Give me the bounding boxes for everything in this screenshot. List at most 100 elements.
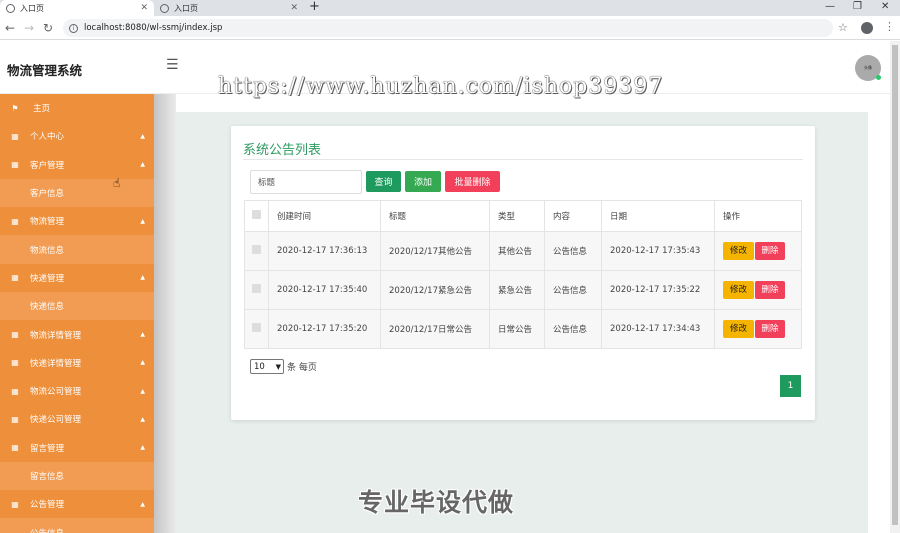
page-size-suffix: 条 每页: [287, 363, 317, 373]
table-cell-date: 2020-12-17 17:35:22: [601, 270, 715, 310]
sidebar-item-label: 快递详情管理: [30, 358, 82, 369]
sidebar-item[interactable]: ▦ 客户管理 ▲: [0, 150, 154, 179]
tab-label: 入口页: [174, 3, 198, 13]
select-all-checkbox[interactable]: [252, 210, 261, 219]
profile-icon[interactable]: [861, 22, 873, 34]
reload-icon[interactable]: ↻: [43, 20, 53, 36]
table-cell-title: 2020/12/17紧急公告: [380, 270, 490, 310]
brand-title: 物流管理系统: [7, 63, 83, 78]
sidebar-item[interactable]: 留言信息: [0, 461, 154, 491]
sidebar-item[interactable]: ▦ 公告管理 ▲: [0, 490, 154, 519]
back-icon[interactable]: ←: [5, 20, 15, 36]
column-header: 类型: [489, 200, 545, 232]
browser-tab-bar: 入口页 ✕ 入口页 ✕ + — ❐ ✕: [0, 0, 900, 16]
row-select-cell: [244, 231, 269, 271]
caret-icon: ▲: [140, 444, 145, 452]
scrollbar[interactable]: [890, 41, 900, 533]
table-cell-content: 公告信息: [544, 309, 602, 349]
sidebar-item[interactable]: ▦ 物流详情管理 ▲: [0, 320, 154, 349]
column-header: 操作: [714, 200, 802, 232]
grid-icon: ▦: [11, 443, 19, 453]
table-cell-content: 公告信息: [544, 270, 602, 310]
table-cell-content: 公告信息: [544, 231, 602, 271]
search-input[interactable]: 标题: [250, 170, 362, 194]
table-cell-created: 2020-12-17 17:36:13: [268, 231, 381, 271]
edit-button[interactable]: 修改: [723, 281, 754, 299]
row-actions: 修改 删除: [714, 309, 802, 349]
info-icon[interactable]: i: [69, 23, 78, 33]
sidebar: ⚑ 主页 ▦ 个人中心 ▲ ▦ 客户管理 ▲ 客户信息 ▦ 物流管理 ▲ 物流信息 ▦ 快递管理 ▲ 快递信息 ▦…: [0, 94, 154, 533]
caret-icon: ▲: [140, 274, 145, 282]
delete-button[interactable]: 删除: [755, 281, 785, 299]
sidebar-item[interactable]: ▦ 个人中心 ▲: [0, 122, 154, 151]
sidebar-item-label: 物流详情管理: [30, 330, 82, 341]
batch-delete-button[interactable]: 批量删除: [445, 171, 500, 192]
url-field[interactable]: i localhost:8080/wl-ssmj/index.jsp: [63, 19, 833, 37]
bookmark-star-icon[interactable]: ☆: [838, 21, 848, 34]
sidebar-item[interactable]: 公告信息: [0, 518, 154, 533]
hamburger-icon[interactable]: ☰: [166, 57, 179, 73]
search-placeholder: 标题: [258, 178, 276, 188]
forward-icon[interactable]: →: [24, 20, 34, 36]
sidebar-item-label: 客户信息: [30, 189, 65, 200]
restore-icon[interactable]: ❐: [853, 0, 862, 14]
table-cell-type: 其他公告: [489, 231, 545, 271]
add-button[interactable]: 添加: [405, 171, 441, 192]
grid-icon: ▦: [11, 499, 19, 509]
sidebar-item[interactable]: 快递信息: [0, 292, 154, 321]
sidebar-item-label: 快递公司管理: [30, 415, 82, 426]
row-checkbox[interactable]: [252, 284, 261, 293]
avatar-text: 头像: [864, 65, 872, 70]
sidebar-item[interactable]: ▦ 留言管理 ▲: [0, 433, 154, 462]
page-size-select[interactable]: 10 ▼: [250, 359, 284, 374]
table-cell-type: 紧急公告: [489, 270, 545, 310]
chevron-down-icon: ▼: [275, 362, 281, 371]
tab-label: 入口页: [20, 3, 44, 13]
sidebar-item-label: 公告信息: [30, 527, 64, 533]
page-size-value: 10: [254, 361, 265, 372]
sidebar-item-label: 物流公司管理: [30, 387, 82, 398]
sidebar-item[interactable]: ▦ 快递详情管理 ▲: [0, 348, 154, 377]
edit-button[interactable]: 修改: [723, 320, 754, 338]
grid-icon: ▦: [11, 358, 19, 368]
close-window-icon[interactable]: ✕: [881, 0, 889, 14]
new-tab-icon[interactable]: +: [309, 0, 320, 14]
row-actions: 修改 删除: [714, 231, 802, 271]
close-tab-icon[interactable]: ✕: [140, 3, 148, 13]
avatar[interactable]: 头像: [855, 55, 881, 81]
grid-icon: ▦: [11, 330, 19, 340]
online-status-dot: [876, 75, 881, 80]
caret-icon: ▲: [140, 217, 145, 225]
query-button[interactable]: 查询: [366, 171, 401, 192]
grid-icon: ▦: [11, 131, 19, 141]
sidebar-item[interactable]: 物流信息: [0, 235, 154, 264]
pagination-page-button[interactable]: 1: [780, 375, 801, 397]
url-text: localhost:8080/wl-ssmj/index.jsp: [84, 23, 223, 33]
sidebar-item[interactable]: ▦ 物流公司管理 ▲: [0, 376, 154, 406]
page-title: 系统公告列表: [243, 143, 322, 158]
delete-button[interactable]: 删除: [755, 242, 785, 260]
close-tab-icon[interactable]: ✕: [290, 3, 298, 13]
scrollbar-thumb[interactable]: [892, 45, 898, 525]
table-row: 2020-12-17 17:36:13 2020/12/17其他公告 其他公告 公告信…: [244, 231, 802, 271]
edit-button[interactable]: 修改: [723, 242, 754, 260]
minimize-icon[interactable]: —: [825, 0, 835, 14]
sidebar-item[interactable]: 客户信息: [0, 178, 154, 208]
row-select-cell: [244, 270, 269, 310]
sidebar-item[interactable]: ▦ 快递公司管理 ▲: [0, 405, 154, 434]
sidebar-item[interactable]: ▦ 物流管理 ▲: [0, 207, 154, 236]
sidebar-item-label: 物流信息: [30, 245, 65, 256]
browser-tab-2[interactable]: 入口页 ✕: [154, 0, 304, 16]
browser-tab-1[interactable]: 入口页 ✕: [0, 0, 154, 16]
grid-icon: ▦: [11, 386, 19, 396]
sidebar-item[interactable]: ▦ 快递管理 ▲: [0, 263, 154, 293]
sidebar-item[interactable]: ⚑ 主页: [0, 94, 154, 123]
row-checkbox[interactable]: [252, 245, 261, 254]
table-row: 2020-12-17 17:35:40 2020/12/17紧急公告 紧急公告 公告信…: [244, 270, 802, 310]
menu-kebab-icon[interactable]: ⋮: [884, 20, 895, 33]
column-header: 标题: [380, 200, 490, 232]
row-checkbox[interactable]: [252, 323, 261, 332]
watermark-text: https://www.huzhan.com/ishop39397: [218, 74, 664, 99]
notice-table: 创建时间 标题 类型 内容 日期 操作 2020-12-17 17:36:13 2…: [244, 200, 802, 349]
delete-button[interactable]: 删除: [755, 320, 785, 338]
